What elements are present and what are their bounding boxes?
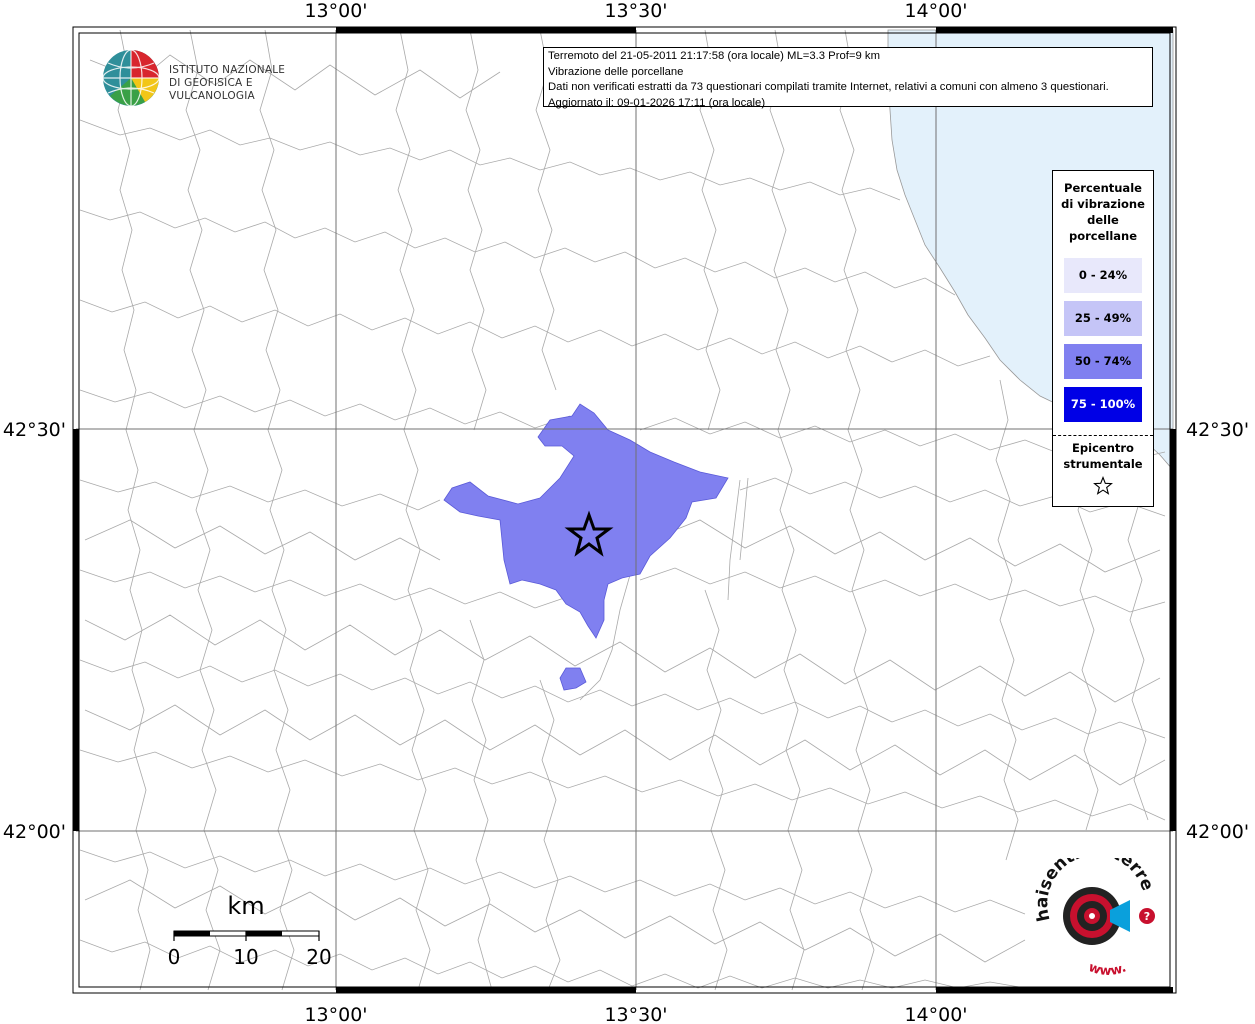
legend-class-label: 75 - 100%	[1070, 397, 1136, 411]
ingv-globe-icon	[102, 49, 160, 107]
ingv-logo-line2: DI GEOFISICA E VULCANOLOGIA	[169, 77, 255, 102]
top-tick-3: 14°00'	[904, 0, 967, 22]
legend: Percentuale di vibrazione delle porcella…	[1052, 170, 1154, 507]
legend-title-line1: Percentuale	[1064, 181, 1142, 195]
top-tick-2: 13°30'	[604, 0, 667, 22]
bottom-tick-3: 14°00'	[904, 1004, 967, 1024]
legend-class-50-74: 50 - 74%	[1064, 344, 1142, 379]
legend-class-label: 50 - 74%	[1074, 354, 1132, 368]
legend-class-75-100: 75 - 100%	[1064, 387, 1142, 422]
legend-title: Percentuale di vibrazione delle porcella…	[1053, 180, 1153, 244]
top-tick-1: 13°00'	[304, 0, 367, 22]
legend-title-line3: delle	[1087, 213, 1119, 227]
legend-class-label: 25 - 49%	[1074, 311, 1132, 325]
scale-label-10: 10	[233, 945, 258, 969]
legend-class-0-24: 0 - 24%	[1064, 258, 1142, 293]
star-icon	[1053, 476, 1153, 499]
bottom-tick-1: 13°00'	[304, 1004, 367, 1024]
legend-class-label: 0 - 24%	[1078, 268, 1128, 282]
legend-epicenter-label: Epicentro strumentale	[1053, 440, 1153, 472]
legend-title-line4: porcellane	[1068, 229, 1138, 243]
left-tick-2: 42°00'	[3, 821, 66, 843]
legend-divider	[1053, 435, 1153, 436]
svg-text:?: ?	[1144, 910, 1150, 923]
left-tick-1: 42°30'	[3, 419, 66, 441]
update-time: Aggiornato il: 09-01-2026 17:11 (ora loc…	[548, 96, 766, 109]
scale-unit: km	[227, 892, 264, 920]
hsit-logo-www: www.	[1086, 960, 1128, 979]
event-title: Terremoto del 21-05-2011 21:17:58 (ora l…	[548, 50, 880, 62]
bottom-tick-2: 13°30'	[604, 1004, 667, 1024]
ingv-logo-line1: ISTITUTO NAZIONALE	[169, 64, 286, 76]
ingv-logo-text: ISTITUTO NAZIONALE DI GEOFISICA E VULCAN…	[169, 64, 310, 103]
scale-label-20: 20	[306, 945, 331, 969]
legend-title-line2: di vibrazione	[1061, 197, 1145, 211]
legend-class-25-49: 25 - 49%	[1064, 301, 1142, 336]
data-note: Dati non verificati estratti da 73 quest…	[548, 81, 1109, 93]
scale-label-0: 0	[168, 945, 181, 969]
map-subject: Vibrazione delle porcellane	[548, 65, 684, 78]
legend-epicenter-line1: Epicentro	[1072, 441, 1134, 455]
legend-epicenter-line2: strumentale	[1063, 457, 1143, 471]
svg-text:www.: www.	[1086, 960, 1128, 978]
right-tick-2: 42°00'	[1186, 821, 1249, 843]
right-tick-1: 42°30'	[1186, 419, 1249, 441]
event-info-box: Terremoto del 21-05-2011 21:17:58 (ora l…	[543, 47, 1153, 109]
ingv-logo: ISTITUTO NAZIONALE DI GEOFISICA E VULCAN…	[100, 47, 310, 109]
hsit-logo: haisentitoilterremoto.it www. ?	[1021, 840, 1170, 979]
